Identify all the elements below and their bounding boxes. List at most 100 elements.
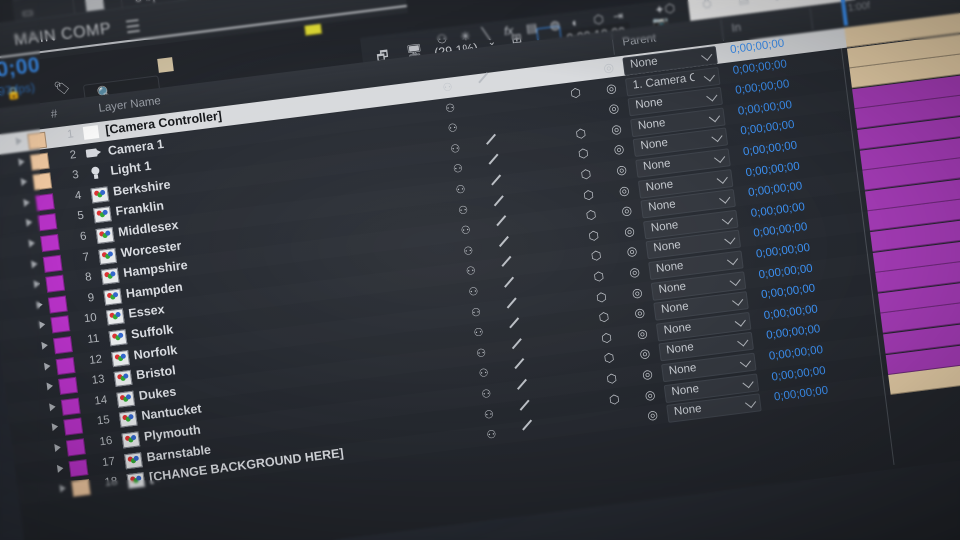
audio-switch[interactable]: ⚇ [452, 162, 463, 176]
layer-name[interactable]: Bristol [135, 364, 176, 383]
in-timecode[interactable]: 0;00;00;00 [730, 37, 785, 56]
expand-triangle-icon[interactable] [20, 177, 28, 187]
expand-triangle-icon[interactable] [54, 443, 62, 452]
parent-pickwhip-icon[interactable]: ◎ [613, 142, 625, 157]
layer-name[interactable]: Essex [128, 303, 166, 321]
in-timecode[interactable]: 0;00;00;00 [758, 262, 813, 281]
layer-name[interactable]: Dukes [138, 384, 177, 403]
parent-pickwhip-icon[interactable]: ◎ [608, 101, 620, 116]
3d-layer-switch[interactable]: ⬡ [582, 187, 594, 202]
expand-triangle-icon[interactable] [43, 361, 51, 371]
layer-name[interactable]: Light 1 [110, 159, 152, 178]
expand-triangle-icon[interactable] [28, 238, 36, 248]
layer-name[interactable]: Suffolk [130, 322, 174, 341]
parent-pickwhip-icon[interactable]: ◎ [639, 346, 651, 361]
audio-switch[interactable]: ⚇ [465, 264, 476, 278]
keyframe-nav-icon[interactable]: ⇥ [612, 8, 624, 23]
3d-layer-switch[interactable]: ⬡ [593, 269, 605, 284]
label-color-swatch[interactable] [29, 152, 50, 171]
3d-layer-switch[interactable]: ⬡ [580, 167, 592, 182]
expand-triangle-icon[interactable] [23, 198, 31, 207]
3d-layer-switch[interactable]: ⬡ [600, 330, 612, 345]
layers-icon[interactable]: ▤ [737, 0, 750, 7]
in-timecode[interactable]: 0;00;00;00 [732, 58, 787, 77]
quality-switch[interactable] [506, 301, 518, 313]
quality-switch[interactable] [511, 341, 523, 353]
parent-pickwhip-icon[interactable]: ◎ [636, 326, 648, 341]
parent-pickwhip-icon[interactable]: ◎ [626, 244, 638, 259]
quality-switch[interactable] [496, 219, 508, 231]
quality-switch[interactable] [514, 362, 526, 374]
expand-triangle-icon[interactable] [41, 341, 49, 350]
in-timecode[interactable]: 0;00;00;00 [740, 119, 795, 138]
3d-layer-switch[interactable]: ⬡ [598, 310, 610, 325]
audio-switch[interactable]: ⚇ [486, 428, 497, 442]
in-timecode[interactable]: 0;00;00;00 [766, 324, 821, 343]
in-timecode[interactable]: 0;00;00;00 [768, 344, 823, 363]
expand-triangle-icon[interactable] [18, 157, 26, 166]
expand-triangle-icon[interactable] [33, 279, 41, 289]
parent-pickwhip-icon[interactable]: ◎ [618, 183, 630, 198]
layer-name[interactable]: Franklin [115, 199, 165, 219]
parent-pickwhip-icon[interactable]: ◎ [616, 162, 628, 177]
expand-triangle-icon[interactable] [51, 422, 59, 432]
motion-blur-icon[interactable]: ◐ [571, 15, 580, 30]
composition-settings-icon[interactable]: ⛭ [701, 0, 712, 12]
in-timecode[interactable]: 0;00;00;00 [763, 303, 818, 322]
label-color-swatch[interactable] [45, 274, 66, 293]
label-color-swatch[interactable] [71, 479, 91, 498]
quality-switch[interactable] [485, 137, 497, 149]
3d-layer-switch[interactable]: ⬡ [603, 351, 615, 366]
label-color-swatch[interactable] [53, 336, 73, 355]
in-timecode[interactable]: 0;00;00;00 [737, 99, 792, 118]
new-3d-renderer-icon[interactable]: ✦⬡ [654, 1, 676, 17]
parent-pickwhip-icon[interactable]: ◎ [641, 367, 653, 382]
audio-switch[interactable]: ⚇ [457, 203, 469, 217]
expand-triangle-icon[interactable] [49, 402, 57, 412]
3d-layer-switch[interactable]: ⬡ [570, 85, 582, 100]
layer-name[interactable]: Norfolk [133, 343, 178, 362]
audio-switch[interactable]: ⚇ [478, 366, 489, 380]
parent-pickwhip-icon[interactable]: ◎ [623, 223, 635, 238]
quality-switch[interactable] [519, 403, 531, 415]
audio-switch[interactable]: ⚇ [473, 326, 484, 340]
audio-switch[interactable]: ⚇ [447, 121, 458, 135]
expand-triangle-icon[interactable] [56, 463, 64, 473]
expand-triangle-icon[interactable] [25, 218, 33, 228]
3d-layer-switch[interactable]: ⬡ [577, 146, 589, 161]
layer-name[interactable]: Berkshire [112, 177, 171, 198]
quality-switch[interactable] [516, 382, 528, 394]
layer-name[interactable]: Hampden [125, 280, 183, 301]
parent-pickwhip-icon[interactable]: ◎ [621, 203, 633, 218]
in-timecode[interactable]: 0;00;00;00 [735, 78, 790, 97]
expand-triangle-icon[interactable] [31, 259, 38, 269]
expand-triangle-icon[interactable] [46, 381, 54, 391]
in-timecode[interactable]: 0;00;00;00 [771, 364, 826, 383]
3d-layer-switch[interactable]: ⬡ [606, 371, 618, 386]
audio-switch[interactable]: ⚇ [442, 80, 453, 94]
audio-switch[interactable]: ⚇ [460, 223, 471, 237]
quality-switch[interactable] [522, 423, 534, 435]
quality-switch[interactable] [501, 260, 513, 272]
quality-switch[interactable] [491, 178, 503, 190]
audio-switch[interactable]: ⚇ [481, 387, 492, 401]
parent-pickwhip-icon[interactable]: ◎ [628, 264, 640, 279]
adjustment-layer-icon[interactable]: ▤ [525, 20, 538, 35]
quality-switch[interactable] [488, 157, 500, 169]
in-timecode[interactable]: 0;00;00;00 [755, 242, 810, 261]
solo-icon[interactable]: ✳ [460, 29, 472, 44]
audio-switch[interactable]: ⚇ [470, 305, 481, 319]
parent-pickwhip-icon[interactable]: ◎ [610, 121, 622, 136]
3d-layer-switch[interactable]: ⬡ [588, 228, 600, 243]
in-timecode[interactable]: 0;00;00;00 [753, 221, 808, 240]
label-color-swatch[interactable] [34, 193, 55, 212]
parent-pickwhip-icon[interactable]: ◎ [644, 387, 656, 402]
label-color-swatch[interactable] [68, 458, 89, 477]
lock-icon[interactable]: 🔒 [5, 86, 22, 102]
label-color-swatch[interactable] [63, 417, 84, 436]
3d-layer-icon[interactable]: ⬡ [593, 12, 605, 27]
in-timecode[interactable]: 0;00;00;00 [745, 160, 800, 179]
label-color-swatch[interactable] [42, 254, 63, 273]
label-color-swatch[interactable] [32, 172, 53, 191]
in-timecode[interactable]: 0;00;00;00 [760, 283, 815, 302]
